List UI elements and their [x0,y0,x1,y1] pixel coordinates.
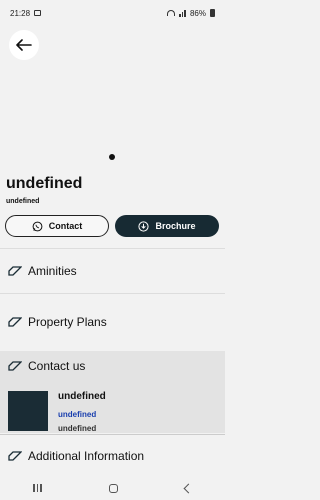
agent-avatar [8,391,48,431]
back-nav-icon[interactable] [183,483,194,493]
carousel-dot[interactable] [109,154,115,160]
contact-button-label: Contact [48,221,83,231]
signal-icon [179,9,186,17]
wifi-icon [167,10,176,16]
battery-level: 86% [189,8,206,18]
brochure-button[interactable]: Brochure [115,215,219,237]
home-icon[interactable] [108,483,118,493]
system-navigation-bar [0,476,225,500]
whatsapp-icon [32,221,43,231]
section-plans-label: Property Plans [28,315,107,329]
property-title: undefined [6,175,83,192]
recents-icon[interactable] [33,484,42,492]
property-image-carousel[interactable] [0,26,225,172]
contact-us-header[interactable]: Contact us [8,359,85,373]
section-contact-label: Contact us [28,359,86,373]
battery-icon [210,9,215,17]
back-button[interactable] [9,30,39,60]
property-location: undefined [6,198,40,205]
brochure-button-label: Brochure [155,221,196,231]
status-time: 21:28 [10,8,31,18]
section-property-plans[interactable]: Property Plans [0,300,225,344]
section-amenities[interactable]: Aminities [0,248,225,294]
tag-icon [8,317,22,327]
arrow-left-icon [16,39,32,51]
section-additional-information[interactable]: Additional Information [0,434,225,476]
agent-detail: undefined [58,424,97,433]
section-contact-us: Contact us undefined undefined undefined [0,351,225,433]
section-additional-label: Additional Information [28,448,145,463]
agent-name: undefined [58,391,106,402]
download-icon [138,220,150,232]
agent-contact-link[interactable]: undefined [58,410,96,419]
tag-icon [8,450,22,461]
tag-icon [8,266,22,276]
contact-button[interactable]: Contact [5,215,109,237]
section-amenities-label: Aminities [28,264,77,278]
status-bar: 21:28 86% [0,0,225,26]
tag-icon [8,361,22,371]
gallery-notification-icon [34,10,42,16]
